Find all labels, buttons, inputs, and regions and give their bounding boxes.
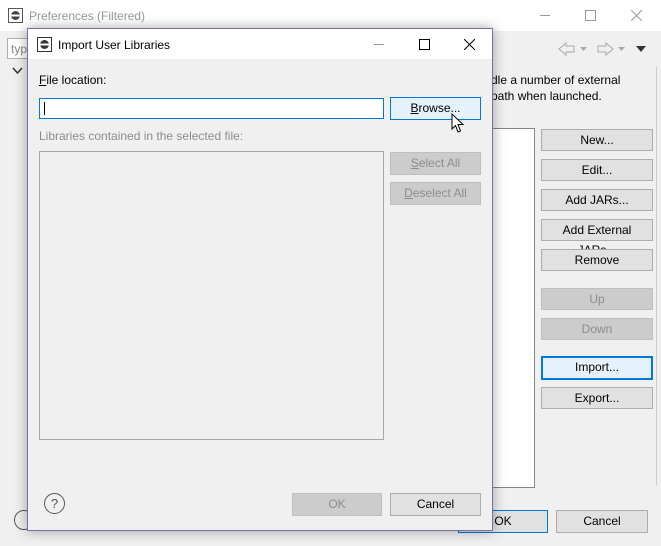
export-button[interactable]: Export... [541,387,653,409]
select-all-button-text: elect All [418,156,461,170]
maximize-icon [584,9,596,21]
select-all-button[interactable]: Select All [390,152,481,175]
libraries-label: Libraries contained in the selected file… [39,129,244,143]
minimize-icon [374,44,384,45]
description-line-2: path when launched. [491,89,602,103]
preferences-cancel-button[interactable]: Cancel [556,510,648,533]
dialog-ok-button[interactable]: OK [292,493,382,516]
import-button[interactable]: Import... [541,356,653,380]
help-icon: ? [50,496,59,511]
close-icon [463,38,475,50]
file-location-input[interactable] [39,98,384,119]
browse-button[interactable]: Browse... [390,97,481,120]
edit-button[interactable]: Edit... [541,159,653,181]
new-button[interactable]: New... [541,129,653,151]
remove-button[interactable]: Remove [541,249,653,271]
forward-arrow-icon[interactable] [596,42,614,56]
down-button[interactable]: Down [541,318,653,340]
preferences-maximize-button[interactable] [567,0,613,30]
help-button[interactable]: ? [44,493,65,514]
text-caret [44,102,45,115]
dialog-minimize-button[interactable] [356,29,402,59]
import-user-libraries-dialog: Import User Libraries File location: Bro… [27,28,493,531]
forward-dropdown-icon[interactable] [618,47,625,51]
back-dropdown-icon[interactable] [580,47,587,51]
deselect-all-button-text: eselect All [412,186,467,200]
right-edge-strip [656,66,661,486]
dialog-title: Import User Libraries [58,38,171,52]
eclipse-app-icon [37,37,52,52]
preferences-titlebar: Preferences (Filtered) [0,0,661,31]
preferences-minimize-button[interactable] [522,0,568,30]
eclipse-app-icon [8,8,23,23]
file-location-label: File location: [39,73,107,87]
description-line-1: dle a number of external [491,73,621,87]
dialog-titlebar: Import User Libraries [28,29,492,59]
mouse-cursor-icon [451,113,465,133]
add-external-jars-button[interactable]: Add External JARs... [541,219,653,257]
preferences-title: Preferences (Filtered) [29,9,146,23]
add-jars-button[interactable]: Add JARs... [541,189,653,211]
up-button[interactable]: Up [541,288,653,310]
libraries-list[interactable] [39,151,384,440]
dialog-close-button[interactable] [446,29,492,59]
preferences-close-button[interactable] [613,0,659,30]
dialog-cancel-button[interactable]: Cancel [390,493,481,516]
dialog-maximize-button[interactable] [401,29,447,59]
deselect-all-button[interactable]: Deselect All [390,182,481,205]
file-location-label-text: ile location: [46,73,107,87]
filter-text: typ [11,42,28,56]
tree-expand-chevron-icon[interactable] [12,67,23,75]
view-menu-icon[interactable] [636,46,646,52]
close-icon [630,9,642,21]
back-arrow-icon[interactable] [558,42,576,56]
minimize-icon [540,15,550,16]
maximize-icon [418,38,430,50]
